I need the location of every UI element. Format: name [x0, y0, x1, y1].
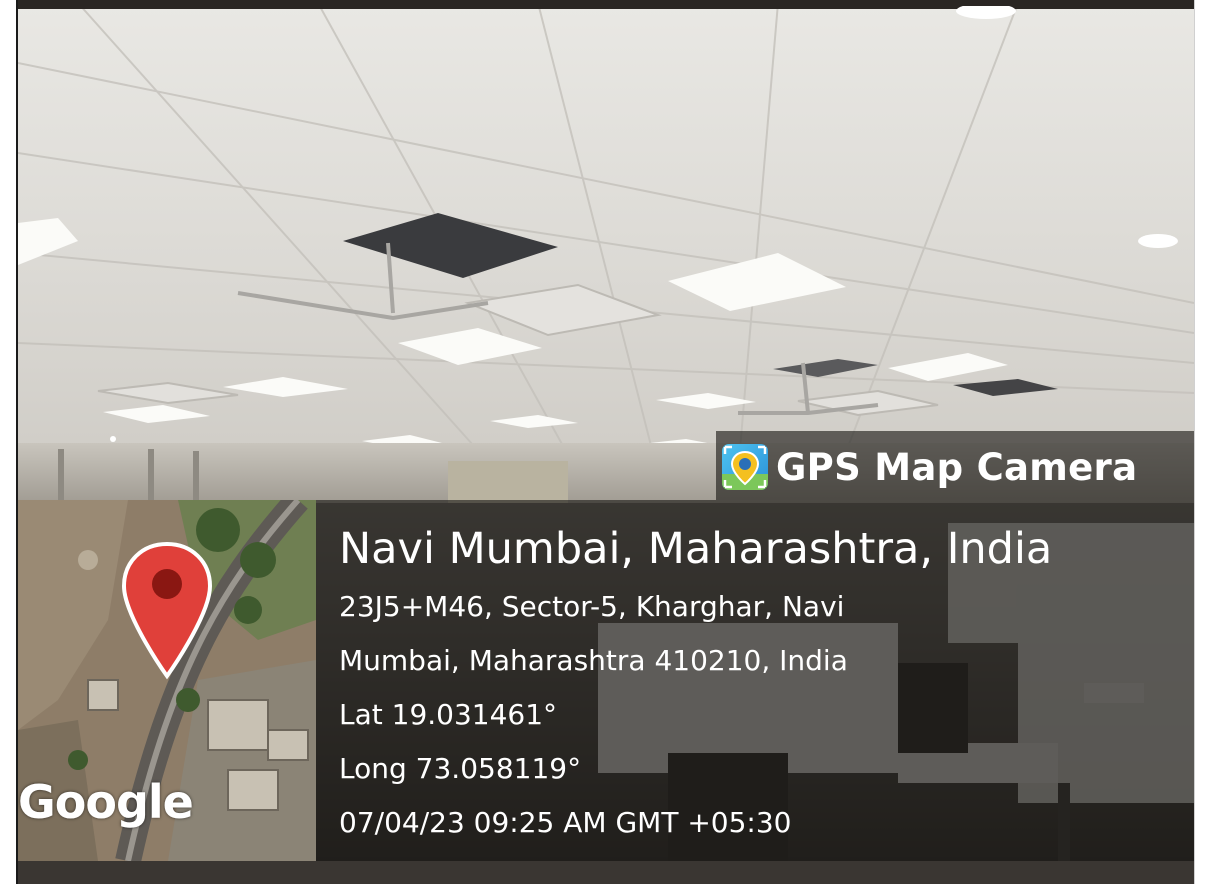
latitude-text: Lat 19.031461° [339, 698, 558, 731]
address-line-1: 23J5+M46, Sector-5, Kharghar, Navi [339, 590, 845, 623]
bottom-strip [18, 861, 1194, 884]
timestamp-text: 07/04/23 09:25 AM GMT +05:30 [339, 806, 792, 839]
city-heading: Navi Mumbai, Maharashtra, India [339, 524, 1053, 574]
longitude-text: Long 73.058119° [339, 752, 582, 785]
left-border [0, 0, 18, 884]
right-border [1194, 0, 1205, 884]
screenshot-frame: Google GPS Map Camera Navi Mumbai, Mahar… [0, 0, 1205, 884]
brand-title: GPS Map Camera [776, 446, 1138, 489]
address-line-2: Mumbai, Maharashtra 410210, India [339, 644, 848, 677]
map-pin-icon [121, 541, 213, 680]
top-strip [18, 0, 1194, 6]
gps-map-camera-app-icon [722, 444, 768, 490]
google-logo: Google [18, 775, 194, 829]
